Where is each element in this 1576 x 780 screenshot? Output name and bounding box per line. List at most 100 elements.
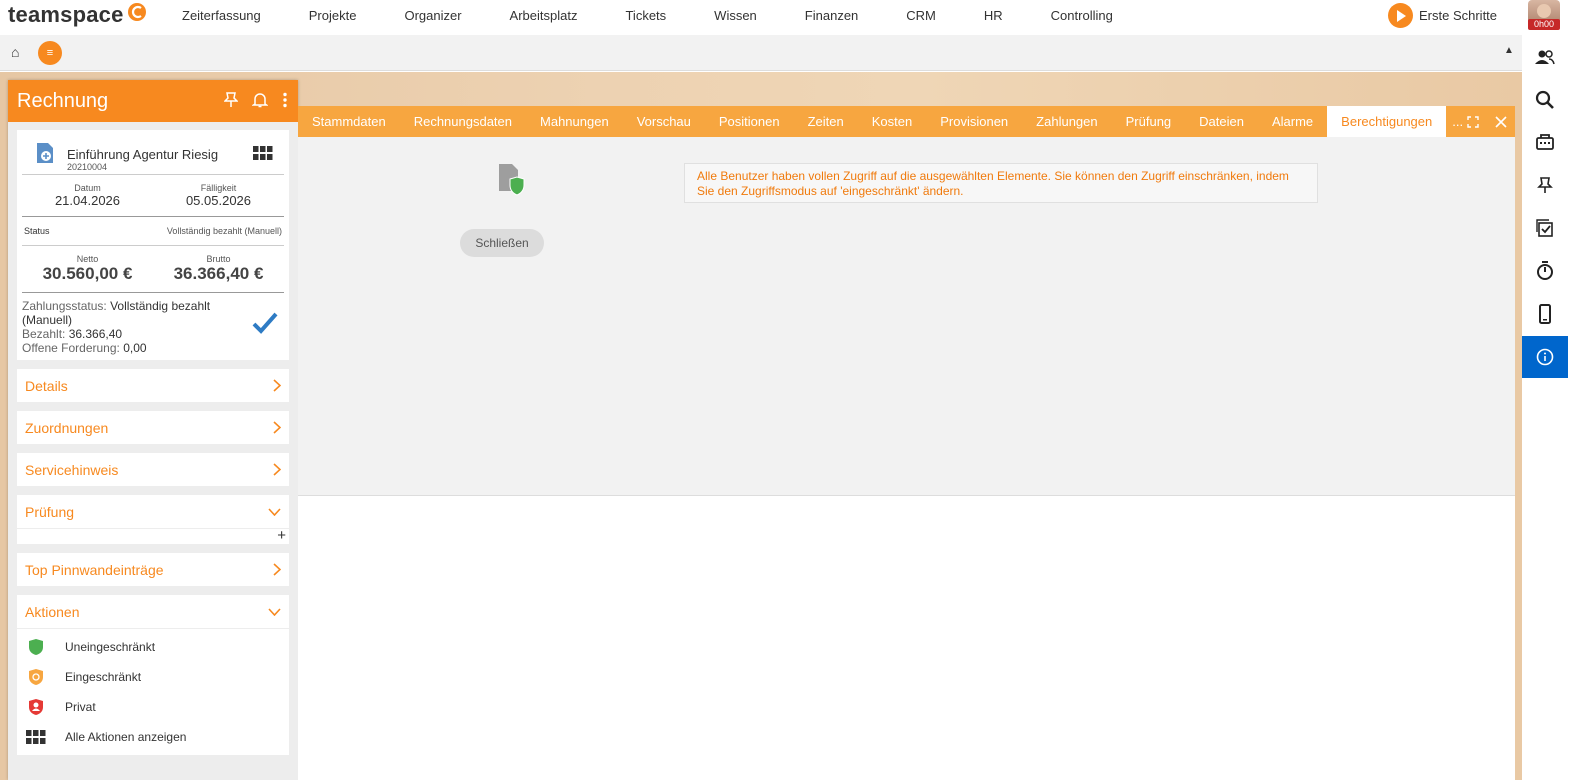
menu-item-controlling[interactable]: Controlling bbox=[1027, 8, 1137, 23]
action-label: Uneingeschränkt bbox=[65, 640, 156, 654]
panel-header: Rechnung bbox=[8, 80, 298, 122]
brutto-field: Brutto 36.366,40 € bbox=[153, 254, 284, 284]
action-label: Alle Aktionen anzeigen bbox=[65, 730, 187, 744]
tab-zeiten[interactable]: Zeiten bbox=[794, 106, 858, 137]
shield-green-icon bbox=[29, 639, 43, 655]
section-details-title: Details bbox=[25, 377, 68, 394]
faelligkeit-label: Fälligkeit bbox=[200, 183, 237, 193]
menu-item-zeiterfassung[interactable]: Zeiterfassung bbox=[158, 8, 285, 23]
erste-schritte-label: Erste Schritte bbox=[1419, 8, 1498, 23]
action-eingeschraenkt[interactable]: Eingeschränkt bbox=[17, 662, 289, 692]
section-aktionen-title: Aktionen bbox=[25, 603, 80, 620]
action-uneingeschraenkt[interactable]: Uneingeschränkt bbox=[17, 632, 289, 662]
erste-schritte-button[interactable]: Erste Schritte bbox=[1388, 3, 1497, 28]
tab-stammdaten[interactable]: Stammdaten bbox=[298, 106, 400, 137]
netto-field: Netto 30.560,00 € bbox=[22, 254, 153, 284]
maximize-icon[interactable] bbox=[1467, 115, 1479, 128]
chevron-right-icon bbox=[273, 463, 281, 476]
pin-icon[interactable] bbox=[224, 92, 238, 108]
action-label: Eingeschränkt bbox=[65, 670, 142, 684]
tab-alarme[interactable]: Alarme bbox=[1258, 106, 1327, 137]
menu-item-tickets[interactable]: Tickets bbox=[601, 8, 690, 23]
faelligkeit-value: 05.05.2026 bbox=[185, 193, 252, 208]
stopwatch-icon[interactable] bbox=[1522, 250, 1568, 292]
status-label: Status bbox=[24, 226, 50, 236]
brutto-label: Brutto bbox=[206, 254, 231, 264]
section-pruefung[interactable]: Prüfung bbox=[17, 495, 289, 528]
menu-item-projekte[interactable]: Projekte bbox=[285, 8, 381, 23]
chevron-right-icon bbox=[273, 421, 281, 434]
pin-icon[interactable] bbox=[1522, 164, 1568, 206]
info-icon[interactable] bbox=[1522, 336, 1568, 378]
invoice-document-icon bbox=[37, 143, 53, 163]
offene-forderung-label: Offene Forderung: bbox=[22, 341, 124, 355]
brutto-value: 36.366,40 € bbox=[173, 264, 264, 283]
tab-positionen[interactable]: Positionen bbox=[705, 106, 794, 137]
menu-item-crm[interactable]: CRM bbox=[882, 8, 960, 23]
status-row: Status Vollständig bezahlt (Manuell) bbox=[22, 217, 284, 245]
search-icon[interactable] bbox=[1522, 79, 1568, 121]
tab-bar: Stammdaten Rechnungsdaten Mahnungen Vors… bbox=[298, 106, 1515, 137]
section-pinnwand[interactable]: Top Pinnwandeinträge bbox=[17, 553, 289, 586]
close-icon[interactable] bbox=[1495, 115, 1507, 128]
tab-rechnungsdaten[interactable]: Rechnungsdaten bbox=[400, 106, 526, 137]
section-zuordnungen[interactable]: Zuordnungen bbox=[17, 411, 289, 444]
chevron-down-icon bbox=[268, 507, 281, 516]
menu-item-finanzen[interactable]: Finanzen bbox=[781, 8, 882, 23]
shield-private-icon bbox=[29, 699, 43, 715]
grid-icon bbox=[26, 730, 46, 744]
section-details[interactable]: Details bbox=[17, 369, 289, 402]
section-pinnwand-title: Top Pinnwandeinträge bbox=[25, 561, 164, 578]
home-icon[interactable]: ⌂ bbox=[11, 44, 19, 60]
timer-badge[interactable]: 0h00 bbox=[1528, 19, 1560, 30]
invoice-number: 20210004 bbox=[67, 162, 108, 172]
datum-label: Datum bbox=[74, 183, 101, 193]
offene-forderung-value: 0,00 bbox=[123, 341, 147, 355]
teamspace-logo[interactable]: teamspace bbox=[8, 2, 147, 28]
invoice-panel: Rechnung Einführung Agentur Riesig 20210… bbox=[8, 80, 298, 780]
tab-zahlungen[interactable]: Zahlungen bbox=[1022, 106, 1111, 137]
tab-pruefung[interactable]: Prüfung bbox=[1112, 106, 1186, 137]
brand-name: teamspace bbox=[8, 2, 124, 27]
paid-check-icon bbox=[252, 312, 278, 334]
panel-title: Rechnung bbox=[17, 89, 109, 112]
bell-icon[interactable] bbox=[252, 92, 268, 108]
bezahlt-label: Bezahlt: bbox=[22, 327, 69, 341]
chevron-right-icon bbox=[273, 563, 281, 576]
users-icon[interactable] bbox=[1522, 36, 1568, 78]
section-servicehinweis[interactable]: Servicehinweis bbox=[17, 453, 289, 486]
zahlungsstatus-label: Zahlungsstatus: bbox=[22, 299, 111, 313]
menu-item-hr[interactable]: HR bbox=[960, 8, 1027, 23]
tab-berechtigungen[interactable]: Berechtigungen bbox=[1327, 106, 1447, 137]
tab-provisionen[interactable]: Provisionen bbox=[926, 106, 1022, 137]
tab-kosten[interactable]: Kosten bbox=[858, 106, 926, 137]
payment-info: Zahlungsstatus: Vollständig bezahlt (Man… bbox=[22, 293, 284, 355]
right-icon-rail bbox=[1522, 35, 1568, 780]
menu-item-organizer[interactable]: Organizer bbox=[380, 8, 485, 23]
permissions-info-message: Alle Benutzer haben vollen Zugriff auf d… bbox=[684, 163, 1318, 203]
sub-toolbar: ⌂ ≡ ▲ bbox=[0, 35, 1522, 71]
grid-icon[interactable] bbox=[253, 146, 273, 160]
section-aktionen[interactable]: Aktionen bbox=[17, 595, 289, 628]
tasks-icon[interactable] bbox=[1522, 207, 1568, 249]
permissions-content: Alle Benutzer haben vollen Zugriff auf d… bbox=[298, 137, 1515, 496]
tab-more-button[interactable]: ... bbox=[1446, 114, 1469, 129]
section-zuordnungen-title: Zuordnungen bbox=[25, 419, 109, 436]
add-icon[interactable]: + bbox=[277, 527, 286, 544]
collapse-icon[interactable]: ▲ bbox=[1504, 45, 1514, 56]
more-options-icon[interactable] bbox=[282, 92, 288, 108]
action-privat[interactable]: Privat bbox=[17, 692, 289, 722]
invoice-summary-card: Einführung Agentur Riesig 20210004 Datum… bbox=[17, 130, 289, 360]
mobile-icon[interactable] bbox=[1522, 293, 1568, 335]
play-icon bbox=[1388, 3, 1413, 28]
faelligkeit-field: Fälligkeit 05.05.2026 bbox=[153, 183, 284, 208]
close-button[interactable]: Schließen bbox=[460, 229, 544, 257]
menu-item-wissen[interactable]: Wissen bbox=[690, 8, 781, 23]
menu-item-arbeitsplatz[interactable]: Arbeitsplatz bbox=[486, 8, 602, 23]
action-alle-anzeigen[interactable]: Alle Aktionen anzeigen bbox=[17, 722, 289, 752]
tab-mahnungen[interactable]: Mahnungen bbox=[526, 106, 623, 137]
tab-vorschau[interactable]: Vorschau bbox=[623, 106, 705, 137]
menu-toggle-icon[interactable]: ≡ bbox=[38, 41, 62, 65]
tab-dateien[interactable]: Dateien bbox=[1185, 106, 1258, 137]
inbox-icon[interactable] bbox=[1522, 121, 1568, 163]
